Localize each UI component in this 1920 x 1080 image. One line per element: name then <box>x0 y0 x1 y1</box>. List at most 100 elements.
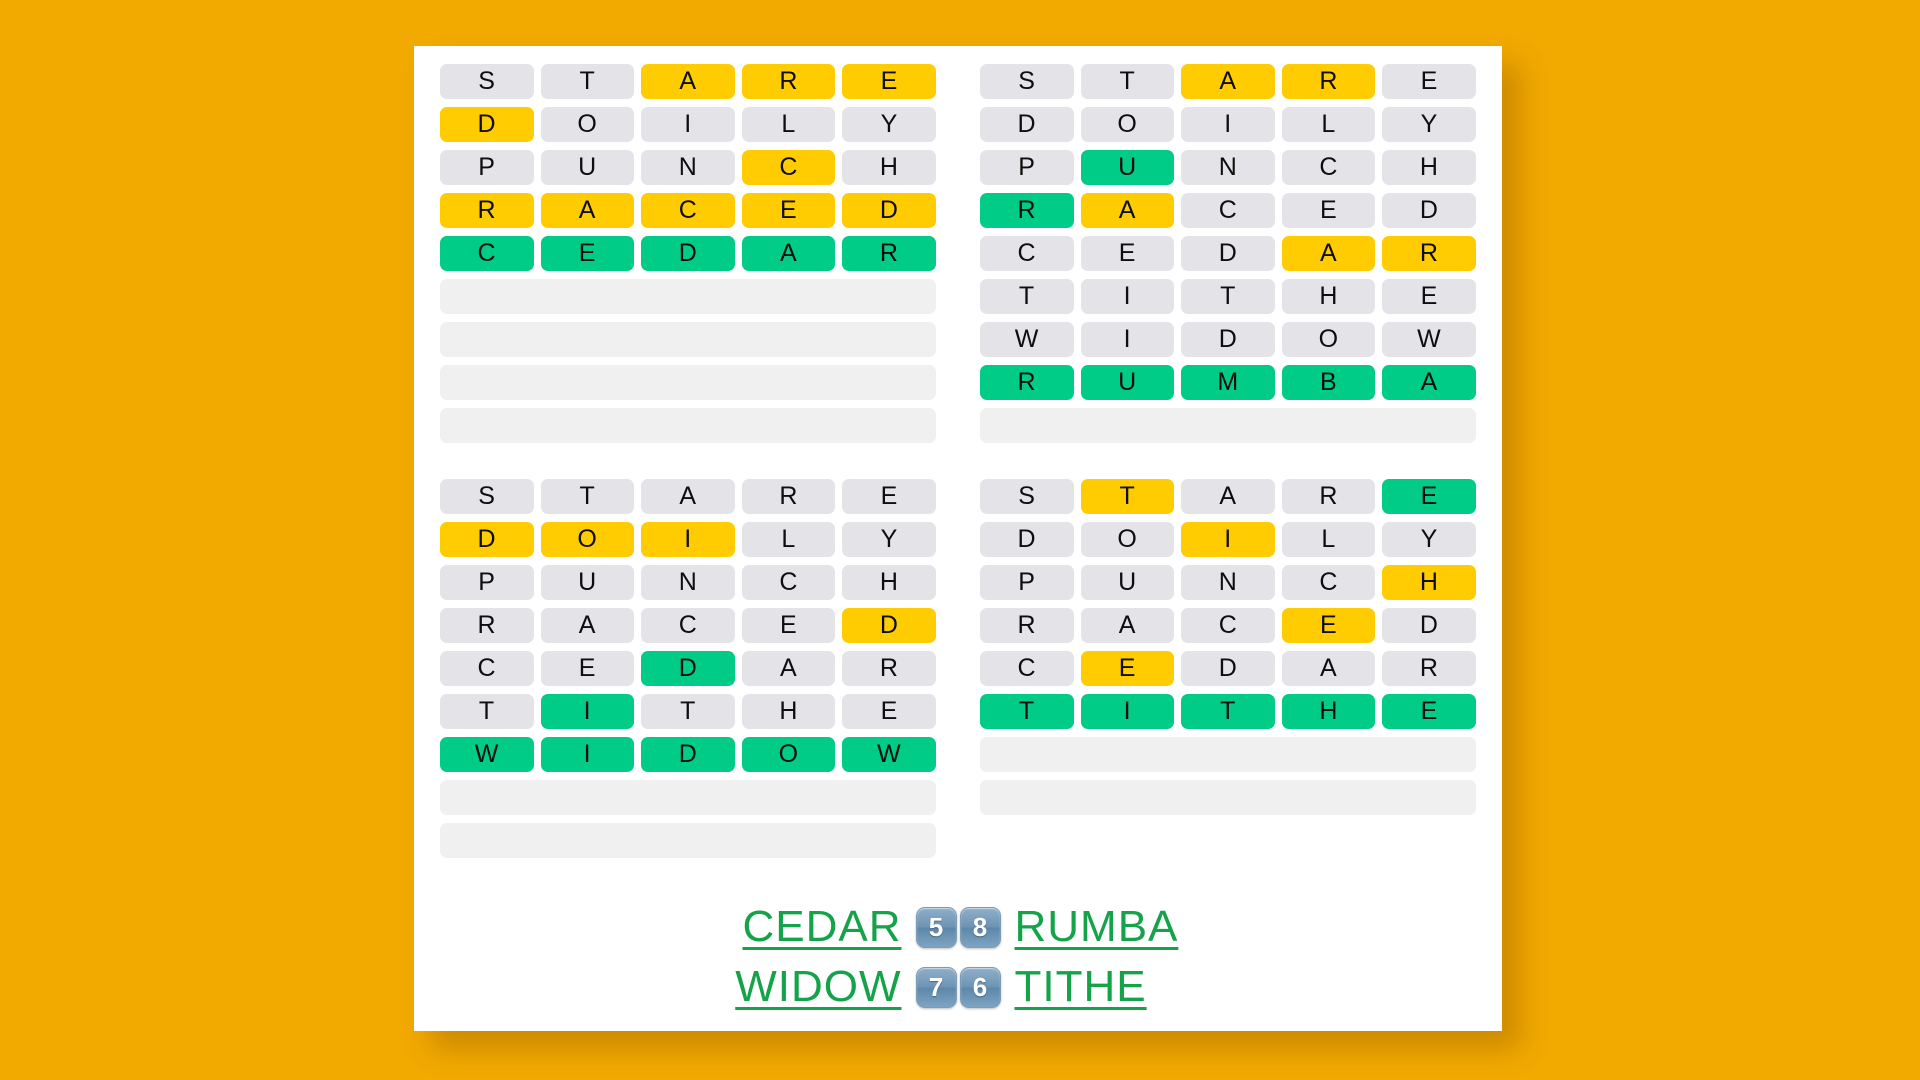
letter-tile: A <box>540 608 635 643</box>
letter-tile: H <box>1382 150 1476 185</box>
guess-row: CEDAR <box>440 236 936 271</box>
answer-word-right[interactable]: TITHE <box>1015 962 1200 1012</box>
letter-tile: H <box>842 565 936 600</box>
letter-tile: R <box>1281 479 1376 514</box>
guess-row: RUMBA <box>980 365 1476 400</box>
letter-tile: E <box>842 694 936 729</box>
quordle-card: STAREDOILYPUNCHRACEDCEDARSTAREDOILYPUNCH… <box>414 46 1502 1031</box>
empty-row <box>440 365 936 400</box>
letter-tile: E <box>540 236 635 271</box>
letter-tile: W <box>980 322 1074 357</box>
letter-tile: C <box>1281 150 1376 185</box>
guess-row: RACED <box>980 608 1476 643</box>
letter-tile: C <box>440 651 534 686</box>
letter-tile: D <box>1181 322 1275 357</box>
letter-tile: Y <box>1382 107 1476 142</box>
letter-tile: R <box>440 193 534 228</box>
guess-row: PUNCH <box>440 150 936 185</box>
letter-tile: R <box>1281 64 1376 99</box>
guess-row: PUNCH <box>980 565 1476 600</box>
letter-tile: D <box>440 522 534 557</box>
board-top-left: STAREDOILYPUNCHRACEDCEDAR <box>440 64 936 443</box>
letter-tile: W <box>440 737 534 772</box>
guess-row: STARE <box>980 479 1476 514</box>
letter-tile: T <box>440 694 534 729</box>
page-background: STAREDOILYPUNCHRACEDCEDARSTAREDOILYPUNCH… <box>0 0 1920 1080</box>
letter-tile: D <box>1382 608 1476 643</box>
letter-tile: H <box>1281 279 1376 314</box>
letter-tile: T <box>980 279 1074 314</box>
letter-tile: C <box>1181 193 1275 228</box>
letter-tile: U <box>1080 150 1175 185</box>
letter-tile: R <box>842 236 936 271</box>
empty-row-bar <box>440 823 936 858</box>
letter-tile: R <box>980 608 1074 643</box>
letter-tile: N <box>641 565 735 600</box>
letter-tile: R <box>1382 651 1476 686</box>
guess-row: STARE <box>440 479 936 514</box>
letter-tile: S <box>440 479 534 514</box>
letter-tile: C <box>641 608 735 643</box>
letter-tile: R <box>741 64 836 99</box>
letter-tile: I <box>540 737 635 772</box>
letter-tile: W <box>842 737 936 772</box>
letter-tile: C <box>980 236 1074 271</box>
guess-row: DOILY <box>980 107 1476 142</box>
letter-tile: I <box>1080 279 1175 314</box>
empty-row <box>440 823 936 858</box>
letter-tile: I <box>1080 694 1175 729</box>
letter-tile: A <box>1080 608 1175 643</box>
letter-tile: E <box>1281 608 1376 643</box>
letter-tile: N <box>641 150 735 185</box>
guess-row: CEDAR <box>980 236 1476 271</box>
letter-tile: E <box>741 608 836 643</box>
board-top-right: STAREDOILYPUNCHRACEDCEDARTITHEWIDOWRUMBA <box>980 64 1476 443</box>
letter-tile: A <box>1181 64 1275 99</box>
empty-row <box>980 408 1476 443</box>
score-badge-right: 8 <box>959 906 1001 948</box>
letter-tile: A <box>1181 479 1275 514</box>
letter-tile: A <box>540 193 635 228</box>
board-bottom-left: STAREDOILYPUNCHRACEDCEDARTITHEWIDOW <box>440 479 936 858</box>
letter-tile: L <box>741 107 836 142</box>
letter-tile: A <box>641 479 735 514</box>
letter-tile: Y <box>842 522 936 557</box>
letter-tile: A <box>1382 365 1476 400</box>
letter-tile: T <box>540 479 635 514</box>
letter-tile: E <box>1080 651 1175 686</box>
letter-tile: E <box>842 479 936 514</box>
answer-word-right[interactable]: RUMBA <box>1015 902 1200 952</box>
letter-tile: E <box>842 64 936 99</box>
letter-tile: O <box>540 522 635 557</box>
letter-tile: D <box>980 522 1074 557</box>
letter-tile: R <box>440 608 534 643</box>
answer-word-left[interactable]: CEDAR <box>717 902 902 952</box>
guess-row: DOILY <box>440 107 936 142</box>
letter-tile: D <box>842 193 936 228</box>
letter-tile: Y <box>1382 522 1476 557</box>
empty-row <box>440 279 936 314</box>
guess-row: WIDOW <box>440 737 936 772</box>
empty-row <box>440 322 936 357</box>
letter-tile: T <box>540 64 635 99</box>
letter-tile: E <box>1382 64 1476 99</box>
letter-tile: E <box>540 651 635 686</box>
letter-tile: A <box>641 64 735 99</box>
empty-row-bar <box>440 780 936 815</box>
letter-tile: D <box>1181 651 1275 686</box>
letter-tile: U <box>540 565 635 600</box>
letter-tile: S <box>980 64 1074 99</box>
letter-tile: R <box>741 479 836 514</box>
letter-tile: E <box>1281 193 1376 228</box>
letter-tile: R <box>1382 236 1476 271</box>
letter-tile: H <box>842 150 936 185</box>
quordle-grids: STAREDOILYPUNCHRACEDCEDARSTAREDOILYPUNCH… <box>414 46 1502 858</box>
letter-tile: E <box>1382 479 1476 514</box>
letter-tile: O <box>741 737 836 772</box>
letter-tile: H <box>1382 565 1476 600</box>
letter-tile: O <box>1080 522 1175 557</box>
guess-row: DOILY <box>440 522 936 557</box>
guess-row: CEDAR <box>980 651 1476 686</box>
answer-word-left[interactable]: WIDOW <box>717 962 902 1012</box>
guess-row: PUNCH <box>440 565 936 600</box>
